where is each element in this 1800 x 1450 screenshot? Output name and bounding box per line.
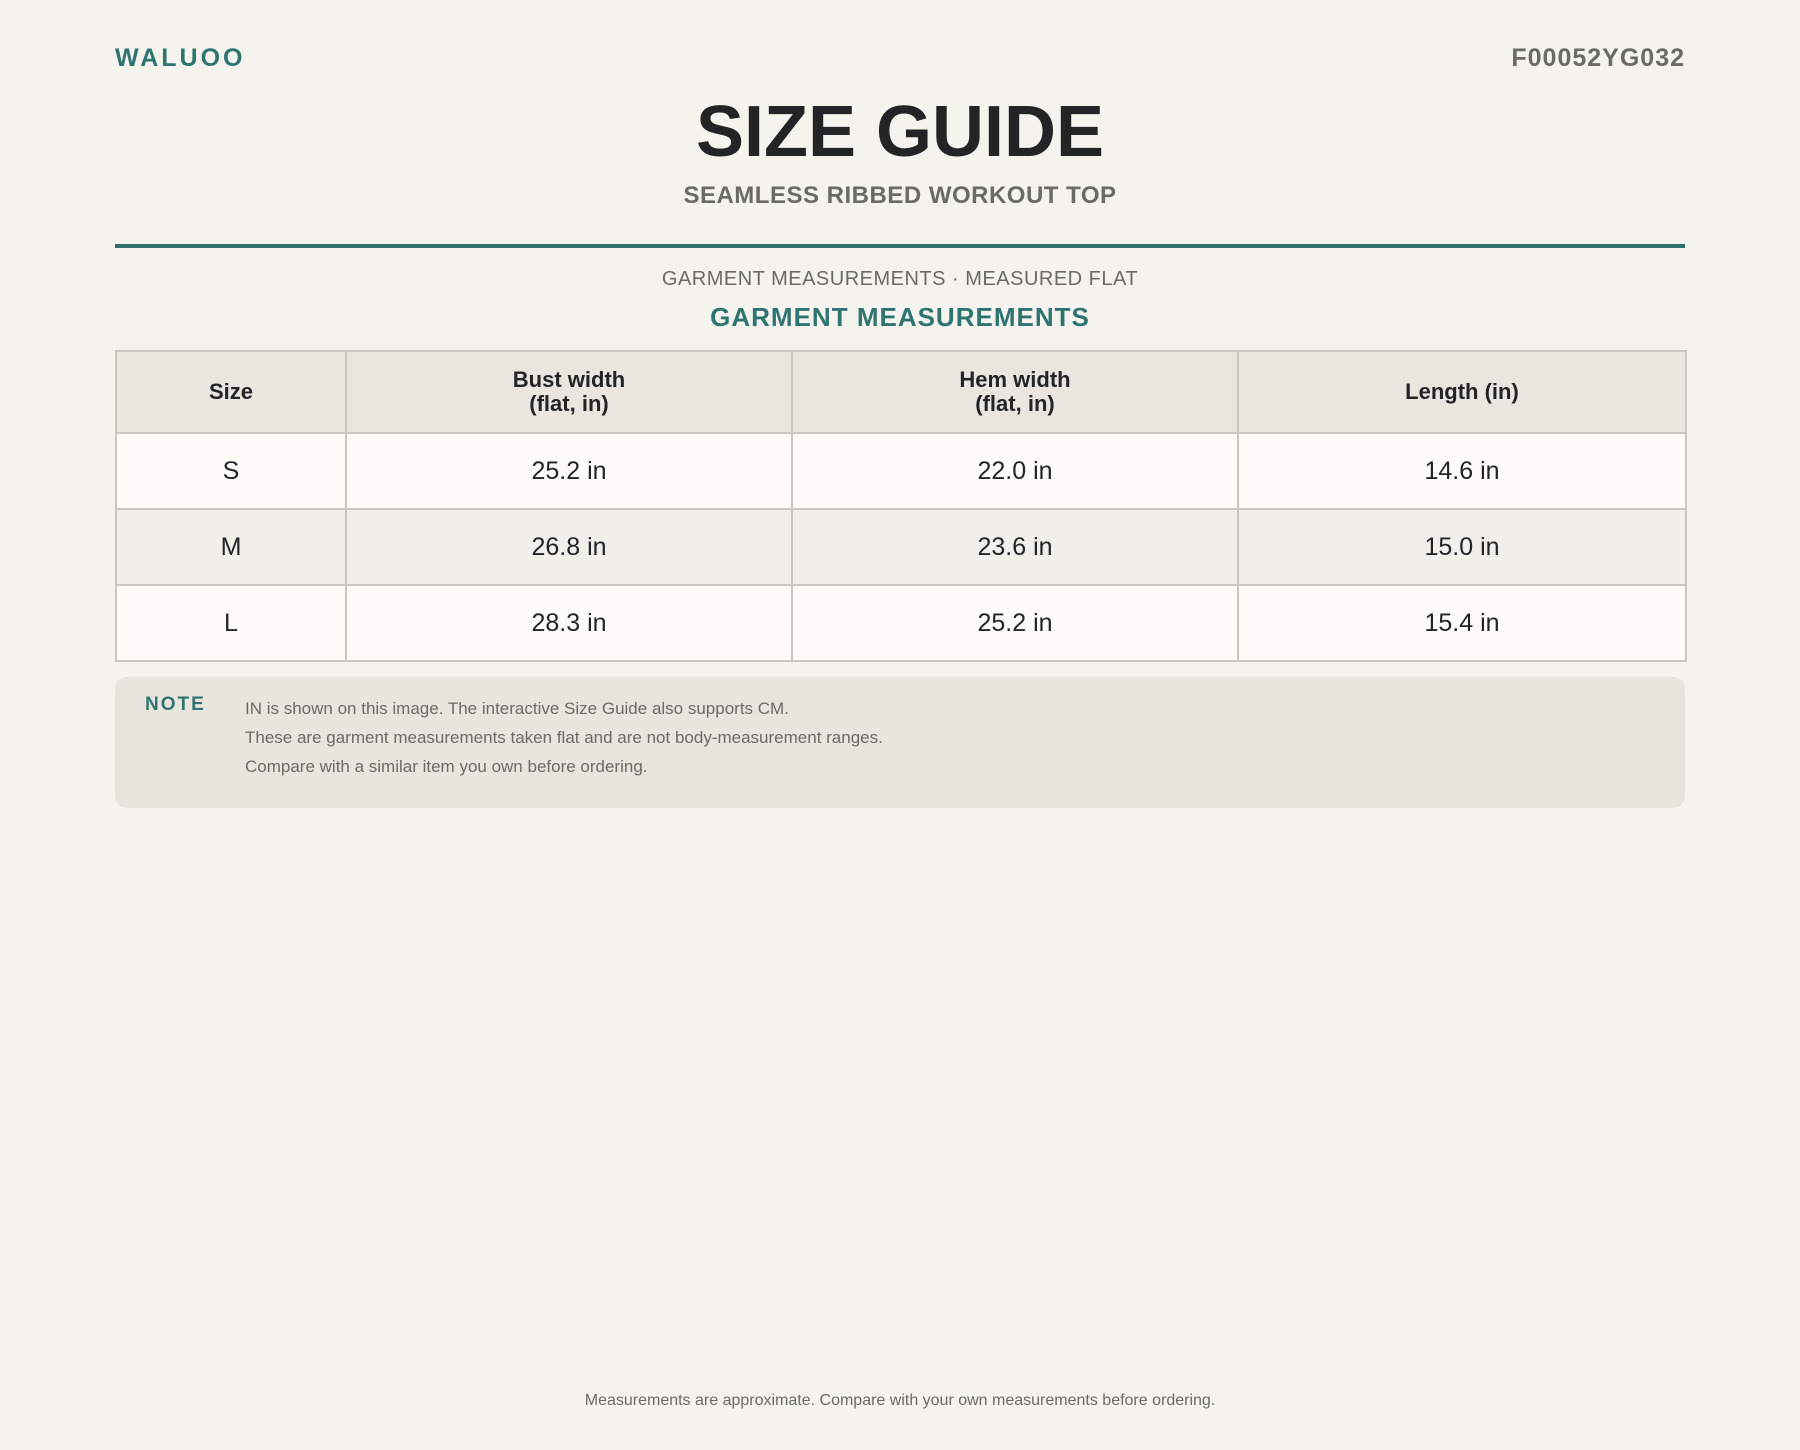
header-divider — [115, 244, 1685, 248]
column-header-bust-width-label: Bust width — [512, 367, 626, 392]
size-cell: M — [115, 508, 347, 586]
brand-name: WALUOO — [115, 44, 246, 72]
hem-width-cell: 23.6 in — [791, 508, 1239, 586]
length-cell: 15.0 in — [1237, 508, 1687, 586]
column-header-bust-width: Bust width (flat, in) — [345, 350, 793, 434]
length-cell: 15.4 in — [1237, 584, 1687, 662]
note-line: Compare with a similar item you own befo… — [245, 757, 648, 776]
section-label: GARMENT MEASUREMENTS · MEASURED FLAT — [661, 268, 1139, 290]
bust-width-cell: 28.3 in — [345, 584, 793, 662]
column-header-hem-width-label: Hem width — [959, 367, 1071, 392]
product-sku: F00052YG032 — [1511, 44, 1685, 72]
note-lines: IN is shown on this image. The interacti… — [245, 694, 883, 781]
page-title: SIZE GUIDE — [695, 92, 1105, 172]
product-name: SEAMLESS RIBBED WORKOUT TOP — [683, 182, 1117, 209]
note-line: These are garment measurements taken fla… — [245, 728, 883, 747]
column-header-bust-width-unit: (flat, in) — [529, 391, 609, 416]
column-header-hem-width: Hem width (flat, in) — [791, 350, 1239, 434]
length-cell: 14.6 in — [1237, 432, 1687, 510]
table-row: L 28.3 in 25.2 in 15.4 in — [115, 584, 1687, 662]
column-header-size-label: Size — [208, 379, 254, 404]
size-guide-page: WALUOO F00052YG032 SIZE GUIDE SEAMLESS R… — [115, 0, 1687, 1450]
size-cell: L — [115, 584, 347, 662]
column-header-length: Length (in) — [1237, 350, 1687, 434]
table-row: S 25.2 in 22.0 in 14.6 in — [115, 432, 1687, 510]
section-heading: GARMENT MEASUREMENTS — [710, 302, 1090, 332]
column-header-hem-width-unit: (flat, in) — [975, 391, 1055, 416]
measurements-table: Size Bust width (flat, in) Hem width (flat… — [115, 350, 1687, 662]
column-header-size: Size — [115, 350, 347, 434]
size-cell: S — [115, 432, 347, 510]
table-row: M 26.8 in 23.6 in 15.0 in — [115, 508, 1687, 586]
hem-width-cell: 22.0 in — [791, 432, 1239, 510]
note-line: IN is shown on this image. The interacti… — [245, 699, 789, 718]
bust-width-cell: 26.8 in — [345, 508, 793, 586]
table-header-row: Size Bust width (flat, in) Hem width (flat… — [115, 350, 1687, 434]
footer-disclaimer: Measurements are approximate. Compare wi… — [584, 1392, 1216, 1409]
column-header-length-label: Length (in) — [1405, 379, 1519, 404]
hem-width-cell: 25.2 in — [791, 584, 1239, 662]
note-label: NOTE — [145, 694, 206, 715]
note-box: NOTE IN is shown on this image. The inte… — [115, 677, 1685, 808]
bust-width-cell: 25.2 in — [345, 432, 793, 510]
